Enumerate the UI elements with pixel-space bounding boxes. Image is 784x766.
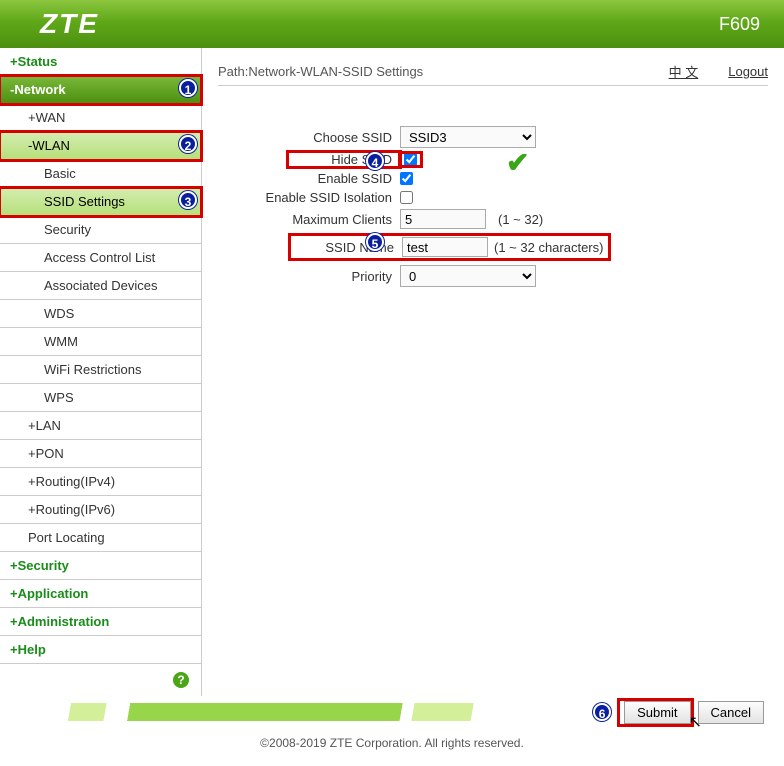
nav--wlan[interactable]: -WLAN2 <box>0 132 201 160</box>
nav--status[interactable]: +Status <box>0 48 201 76</box>
nav-security[interactable]: Security <box>0 216 201 244</box>
help-icon[interactable]: ? <box>173 672 189 688</box>
ssid-name-hint: (1 ~ 32 characters) <box>494 240 603 255</box>
nav--routing-ipv4-[interactable]: +Routing(IPv4) <box>0 468 201 496</box>
isolation-label: Enable SSID Isolation <box>218 190 400 205</box>
submit-button[interactable]: Submit <box>624 701 690 724</box>
nav--application[interactable]: +Application <box>0 580 201 608</box>
max-clients-label: Maximum Clients <box>218 212 400 227</box>
check-arrow-icon: ✔ <box>506 146 529 179</box>
nav--wan[interactable]: +WAN <box>0 104 201 132</box>
nav-basic[interactable]: Basic <box>0 160 201 188</box>
content-area: Path:Network-WLAN-SSID Settings 中 文 Logo… <box>202 48 784 696</box>
nav--network[interactable]: -Network1 <box>0 76 201 104</box>
enable-ssid-checkbox[interactable] <box>400 172 413 185</box>
nav--lan[interactable]: +LAN <box>0 412 201 440</box>
nav--administration[interactable]: +Administration <box>0 608 201 636</box>
nav-ssid-settings[interactable]: SSID Settings3 <box>0 188 201 216</box>
nav--pon[interactable]: +PON <box>0 440 201 468</box>
callout-5: 5 <box>366 233 384 251</box>
sidebar-nav: +Status-Network1+WAN-WLAN2BasicSSID Sett… <box>0 48 202 696</box>
cancel-button[interactable]: Cancel <box>698 701 764 724</box>
nav-port-locating[interactable]: Port Locating <box>0 524 201 552</box>
footer-stripe <box>0 703 589 721</box>
app-header: ZTE F609 <box>0 0 784 48</box>
nav-wifi-restrictions[interactable]: WiFi Restrictions <box>0 356 201 384</box>
nav-wps[interactable]: WPS <box>0 384 201 412</box>
priority-label: Priority <box>218 269 400 284</box>
footer-bar: 6 Submit ↖ Cancel <box>0 696 784 728</box>
callout-3: 3 <box>179 191 197 209</box>
max-clients-hint: (1 ~ 32) <box>498 212 543 227</box>
nav--routing-ipv6-[interactable]: +Routing(IPv6) <box>0 496 201 524</box>
ssid-name-label: SSID Name <box>292 240 402 255</box>
cursor-icon: ↖ <box>689 712 702 732</box>
callout-6: 6 <box>593 703 611 721</box>
brand-logo: ZTE <box>40 8 99 40</box>
logout-link[interactable]: Logout <box>728 64 768 79</box>
ssid-name-input[interactable] <box>402 237 488 257</box>
choose-ssid-label: Choose SSID <box>218 130 400 145</box>
enable-ssid-label: Enable SSID <box>218 171 400 186</box>
nav--security[interactable]: +Security <box>0 552 201 580</box>
nav-wmm[interactable]: WMM <box>0 328 201 356</box>
nav-wds[interactable]: WDS <box>0 300 201 328</box>
nav--help[interactable]: +Help <box>0 636 201 664</box>
copyright-text: ©2008-2019 ZTE Corporation. All rights r… <box>0 728 784 766</box>
priority-select[interactable]: 0 <box>400 265 536 287</box>
language-link[interactable]: 中 文 <box>669 62 699 81</box>
choose-ssid-select[interactable]: SSID3 <box>400 126 536 148</box>
callout-4: 4 <box>366 152 384 170</box>
max-clients-input[interactable] <box>400 209 486 229</box>
nav-access-control-list[interactable]: Access Control List <box>0 244 201 272</box>
isolation-checkbox[interactable] <box>400 191 413 204</box>
breadcrumb: Path:Network-WLAN-SSID Settings <box>218 64 639 79</box>
callout-2: 2 <box>179 135 197 153</box>
nav-associated-devices[interactable]: Associated Devices <box>0 272 201 300</box>
hide-ssid-checkbox[interactable] <box>404 153 417 166</box>
callout-1: 1 <box>179 79 197 97</box>
model-label: F609 <box>719 14 760 35</box>
